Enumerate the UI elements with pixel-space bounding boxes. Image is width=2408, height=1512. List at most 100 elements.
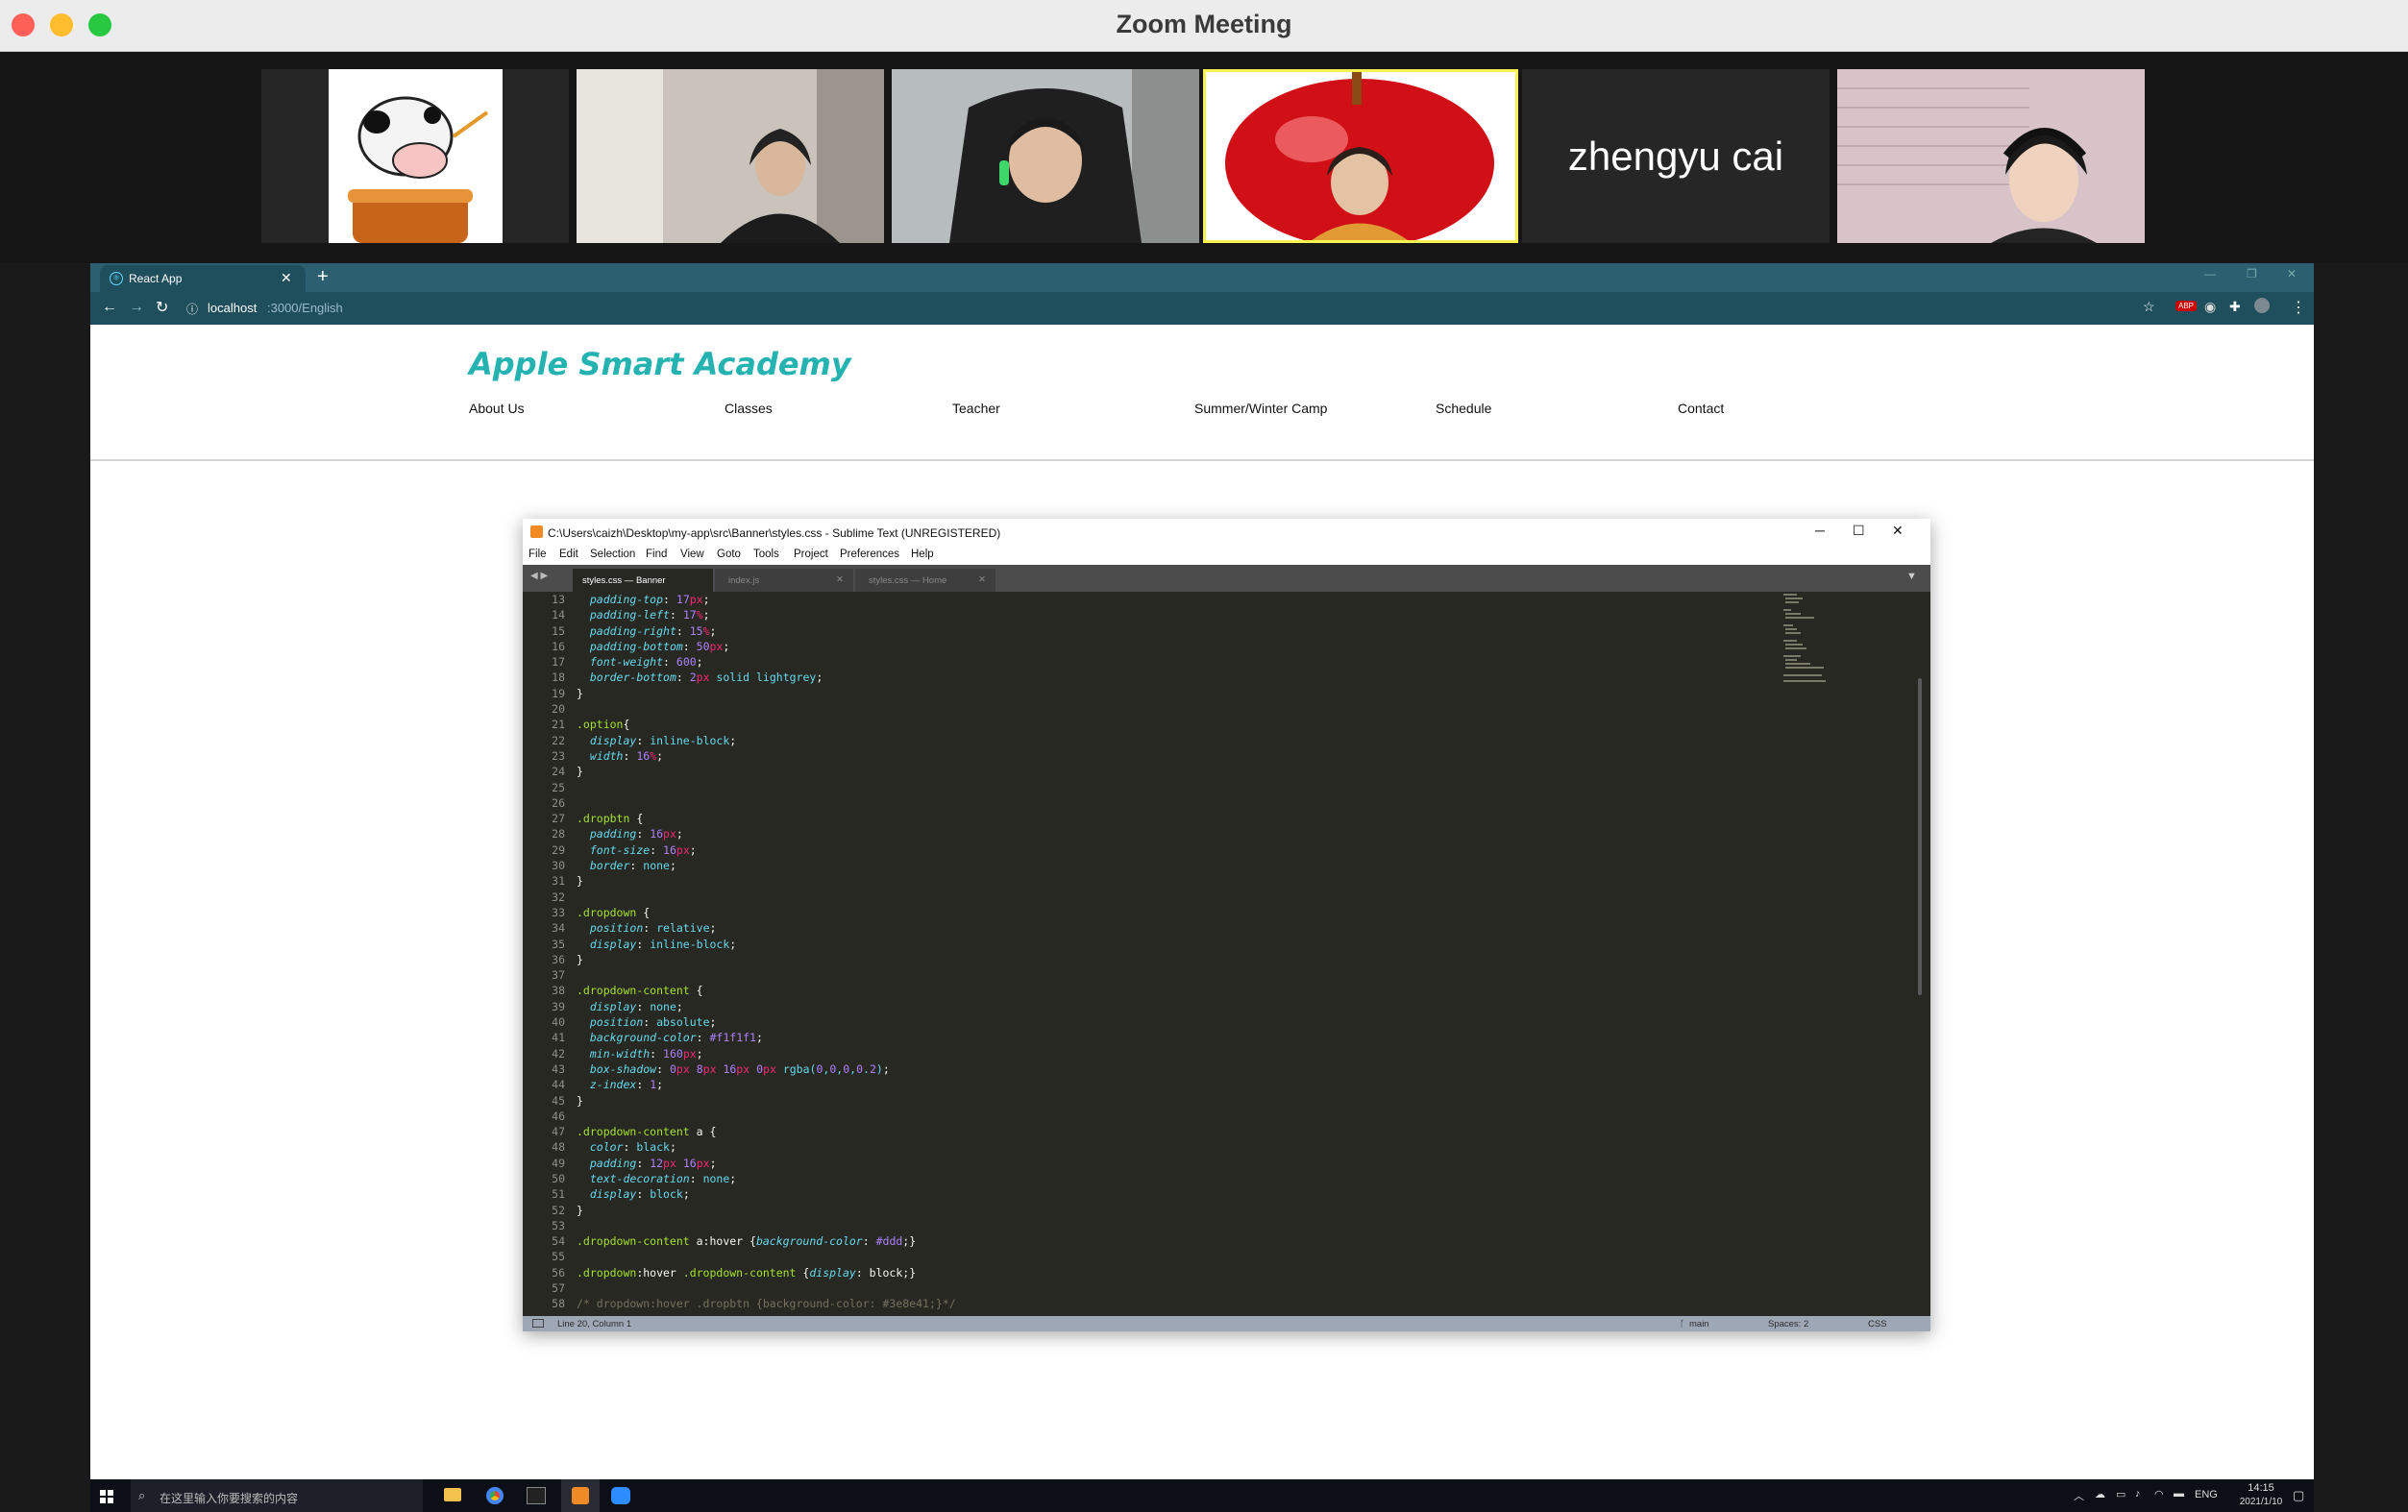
code-line[interactable]: .dropdown:hover .dropdown-content {displ… bbox=[577, 1265, 1730, 1280]
participant-video-active-speaker[interactable] bbox=[1203, 69, 1518, 243]
code-line[interactable]: border: none; bbox=[577, 858, 1730, 873]
nav-schedule[interactable]: Schedule bbox=[1436, 401, 1491, 416]
taskbar-date[interactable]: 2021/1/10 bbox=[2231, 1497, 2291, 1507]
code-line[interactable]: padding: 12px 16px; bbox=[577, 1156, 1730, 1171]
participant-name-tile[interactable]: zhengyu cai bbox=[1522, 69, 1830, 243]
menu-goto[interactable]: Goto bbox=[717, 549, 741, 560]
menu-edit[interactable]: Edit bbox=[559, 549, 578, 560]
code-line[interactable]: padding: 16px; bbox=[577, 826, 1730, 841]
code-line[interactable] bbox=[577, 967, 1730, 983]
nav-summer-winter-camp[interactable]: Summer/Winter Camp bbox=[1194, 401, 1327, 416]
code-line[interactable]: display: inline-block; bbox=[577, 733, 1730, 748]
code-line[interactable]: padding-right: 15%; bbox=[577, 623, 1730, 639]
code-line[interactable]: } bbox=[577, 764, 1730, 779]
code-line[interactable] bbox=[577, 1109, 1730, 1124]
code-line[interactable]: text-decoration: none; bbox=[577, 1171, 1730, 1186]
code-editor[interactable]: 13 14 15 16 17 18 19 20 21 22 23 24 25 26 27 28 29 30 31 32… bbox=[523, 592, 1930, 1316]
sublime-tab[interactable]: index.js ✕ bbox=[715, 569, 853, 592]
participant-video-cow[interactable] bbox=[261, 69, 569, 243]
menu-file[interactable]: File bbox=[528, 549, 547, 560]
close-tab-icon[interactable]: ✕ bbox=[836, 574, 844, 585]
menu-kebab-icon[interactable]: ⋮ bbox=[2291, 298, 2306, 317]
nav-teacher[interactable]: Teacher bbox=[952, 401, 1000, 416]
browser-tab-react-app[interactable]: ⚛ React App ✕ bbox=[100, 265, 306, 292]
code-line[interactable]: .dropdown { bbox=[577, 905, 1730, 920]
code-line[interactable]: display: inline-block; bbox=[577, 937, 1730, 952]
terminal-icon[interactable] bbox=[527, 1487, 546, 1504]
close-tab-icon[interactable]: ✕ bbox=[978, 574, 986, 585]
code-line[interactable]: } bbox=[577, 1203, 1730, 1218]
code-line[interactable]: font-weight: 600; bbox=[577, 654, 1730, 670]
code-line[interactable]: font-size: 16px; bbox=[577, 842, 1730, 858]
sublime-tab-active[interactable]: styles.css — Banner bbox=[573, 569, 713, 592]
code-line[interactable] bbox=[577, 780, 1730, 795]
code-line[interactable]: } bbox=[577, 952, 1730, 967]
indentation-setting[interactable]: Spaces: 2 bbox=[1768, 1319, 1808, 1329]
address-bar[interactable]: ⓘ localhost :3000/English bbox=[186, 296, 2204, 321]
site-logo[interactable]: Apple Smart Academy bbox=[469, 346, 851, 382]
code-line[interactable]: padding-bottom: 50px; bbox=[577, 639, 1730, 654]
syntax-setting[interactable]: CSS bbox=[1868, 1319, 1887, 1329]
volume-icon[interactable]: ♪ bbox=[2135, 1488, 2141, 1500]
code-line[interactable]: } bbox=[577, 873, 1730, 889]
participant-video-2[interactable] bbox=[577, 69, 884, 243]
windows-start-icon[interactable] bbox=[100, 1490, 113, 1503]
code-line[interactable] bbox=[577, 795, 1730, 811]
vertical-scrollbar[interactable] bbox=[1918, 678, 1922, 995]
code-line[interactable]: .dropdown-content a:hover {background-co… bbox=[577, 1233, 1730, 1249]
code-line[interactable] bbox=[577, 1280, 1730, 1296]
code-line[interactable] bbox=[577, 1249, 1730, 1264]
restore-icon[interactable]: ❐ bbox=[2247, 267, 2257, 280]
menu-project[interactable]: Project bbox=[794, 549, 828, 560]
onedrive-icon[interactable]: ☁ bbox=[2095, 1488, 2105, 1500]
code-line[interactable]: } bbox=[577, 1093, 1730, 1109]
input-language[interactable]: ENG bbox=[2195, 1489, 2218, 1500]
minimap[interactable] bbox=[1783, 592, 1841, 697]
chrome-icon[interactable] bbox=[486, 1487, 504, 1504]
close-icon[interactable]: ✕ bbox=[2287, 267, 2297, 280]
menu-tools[interactable]: Tools bbox=[753, 549, 779, 560]
taskbar-time[interactable]: 14:15 bbox=[2237, 1482, 2285, 1494]
file-explorer-icon[interactable] bbox=[444, 1488, 461, 1501]
code-line[interactable]: background-color: #f1f1f1; bbox=[577, 1030, 1730, 1045]
code-line[interactable]: .dropdown-content a { bbox=[577, 1124, 1730, 1139]
back-icon[interactable]: ← bbox=[102, 299, 117, 316]
code-line[interactable]: .dropdown-content { bbox=[577, 983, 1730, 998]
taskbar-search-box[interactable]: ⌕ 在这里输入你要搜索的内容 bbox=[131, 1479, 423, 1512]
code-line[interactable]: .dropbtn { bbox=[577, 811, 1730, 826]
notifications-icon[interactable]: ▢ bbox=[2293, 1488, 2304, 1503]
tray-chevron-icon[interactable]: ︿ bbox=[2074, 1488, 2084, 1503]
console-toggle-icon[interactable] bbox=[532, 1319, 544, 1328]
wifi-icon[interactable]: ◠ bbox=[2154, 1488, 2164, 1500]
code-line[interactable]: width: 16%; bbox=[577, 748, 1730, 764]
code-line[interactable] bbox=[577, 701, 1730, 717]
code-line[interactable]: } bbox=[577, 686, 1730, 701]
code-line[interactable] bbox=[577, 1218, 1730, 1233]
bookmark-star-icon[interactable]: ☆ bbox=[2143, 299, 2155, 315]
participant-video-3[interactable] bbox=[892, 69, 1199, 243]
close-icon[interactable]: ✕ bbox=[1892, 523, 1904, 539]
git-branch[interactable]: main bbox=[1689, 1319, 1709, 1329]
zoom-icon[interactable] bbox=[611, 1487, 630, 1504]
sublime-taskbar-button[interactable] bbox=[561, 1479, 600, 1512]
code-line[interactable]: min-width: 160px; bbox=[577, 1046, 1730, 1061]
nav-about-us[interactable]: About Us bbox=[469, 401, 525, 416]
nav-contact[interactable]: Contact bbox=[1678, 401, 1724, 416]
adblock-extension-icon[interactable]: ABP bbox=[2175, 301, 2198, 311]
code-line[interactable]: display: none; bbox=[577, 999, 1730, 1014]
forward-icon[interactable]: → bbox=[129, 299, 144, 316]
code-line[interactable]: z-index: 1; bbox=[577, 1077, 1730, 1092]
sublime-tab[interactable]: styles.css — Home ✕ bbox=[855, 569, 995, 592]
nav-classes[interactable]: Classes bbox=[725, 401, 773, 416]
close-tab-icon[interactable]: ✕ bbox=[281, 270, 292, 286]
extensions-puzzle-icon[interactable]: ✚ bbox=[2229, 299, 2241, 315]
reload-icon[interactable]: ↻ bbox=[156, 298, 168, 317]
network-icon[interactable]: ▭ bbox=[2116, 1488, 2125, 1500]
code-line[interactable]: position: relative; bbox=[577, 920, 1730, 936]
code-line[interactable]: border-bottom: 2px solid lightgrey; bbox=[577, 670, 1730, 685]
code-content[interactable]: padding-top: 17px; padding-left: 17%; pa… bbox=[577, 592, 1730, 1316]
new-tab-button[interactable]: + bbox=[317, 266, 329, 288]
menu-preferences[interactable]: Preferences bbox=[840, 549, 899, 560]
code-line[interactable]: color: black; bbox=[577, 1139, 1730, 1155]
code-line[interactable]: position: absolute; bbox=[577, 1014, 1730, 1030]
